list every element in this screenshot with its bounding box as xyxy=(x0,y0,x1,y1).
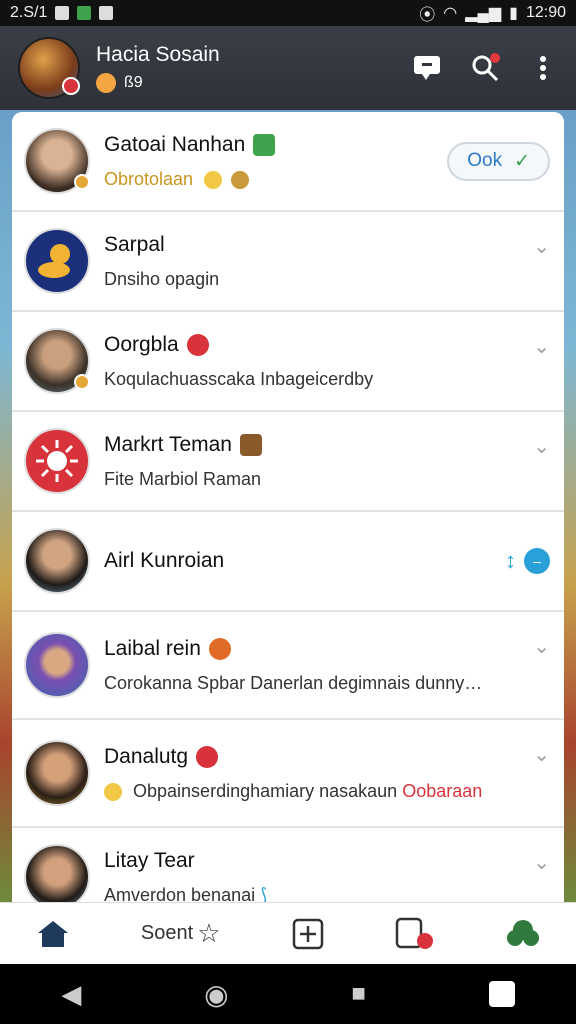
app-notification-icon xyxy=(77,6,92,20)
notification-icon xyxy=(55,6,70,20)
ok-button[interactable]: Ook ✓ xyxy=(447,141,550,181)
vibrate-icon: ⦿ xyxy=(419,7,436,24)
nav-add[interactable] xyxy=(292,918,324,950)
contact-avatar xyxy=(24,632,90,698)
contact-avatar xyxy=(24,228,90,294)
contact-name: Laibal rein xyxy=(104,636,201,660)
device-icon xyxy=(395,917,434,949)
contact-avatar xyxy=(24,844,90,902)
contact-name: Airl Kunroian xyxy=(104,549,225,572)
search-button[interactable] xyxy=(470,53,500,83)
chevron-down-icon[interactable]: ⌄ xyxy=(533,850,550,875)
name-emoji-icon xyxy=(253,133,276,156)
ok-button-label: Ook xyxy=(467,150,503,171)
status-time: 12:90 xyxy=(525,4,566,21)
sun-logo-icon xyxy=(36,440,78,482)
nav-communities[interactable] xyxy=(506,918,540,950)
verified-badge-icon xyxy=(74,174,90,190)
app-header: Hacia Sosain ß9 xyxy=(0,26,576,110)
chat-row-0[interactable]: Gatoai Nanhan Obrotolaan Ook ✓ xyxy=(12,112,564,212)
emoji-icon xyxy=(208,637,231,660)
chevron-down-icon[interactable]: ⌄ xyxy=(533,334,550,359)
basket-emoji-icon xyxy=(239,433,262,456)
new-chat-button[interactable] xyxy=(412,53,442,83)
nav-home[interactable] xyxy=(36,919,70,949)
contact-avatar xyxy=(24,528,90,594)
last-message: Corokanna Spbar Danerlan degimnais dunny… xyxy=(104,672,483,693)
smile-emoji-icon xyxy=(204,170,223,189)
nav-calls[interactable] xyxy=(395,917,435,951)
chat-row-4[interactable]: Airl Kunroian ↕ – xyxy=(12,512,564,612)
contact-avatar xyxy=(24,740,90,806)
community-icon xyxy=(507,919,540,946)
last-message: Obrotolaan xyxy=(104,168,194,189)
emoji-icon xyxy=(196,745,219,768)
last-message: Dnsiho opagin xyxy=(104,268,220,289)
status-emoji-icon xyxy=(96,73,116,93)
chevron-down-icon[interactable]: ⌄ xyxy=(533,434,550,459)
check-icon: ✓ xyxy=(514,150,530,172)
verified-badge-icon xyxy=(74,374,90,390)
lion-icon xyxy=(38,244,70,278)
status-left-text: 2.S/1 xyxy=(10,4,48,21)
contact-name: Sarpal xyxy=(104,232,165,256)
header-subtitle: ß9 xyxy=(124,74,143,91)
last-message: Amverdon benanai xyxy=(104,884,256,903)
chat-row-6[interactable]: Danalutg Obpainserdinghamiary nasakaun O… xyxy=(12,720,564,828)
star-icon: ☆ xyxy=(197,918,221,948)
chat-list: Gatoai Nanhan Obrotolaan Ook ✓ Sarpal Dn… xyxy=(12,112,564,902)
wifi-icon: ◠ xyxy=(443,5,458,22)
signal-icon: ▂▄▆ xyxy=(465,5,502,22)
contact-avatar xyxy=(24,328,90,394)
typing-indicator[interactable]: ↕ – xyxy=(505,548,550,574)
chat-row-7[interactable]: Litay Tear Amverdon benanai ⟆ ⌄ xyxy=(12,828,564,902)
last-message: Obpainserdinghamiary nasakaun xyxy=(133,780,398,801)
last-message: Koqulachuasscaka Inbageicerdby xyxy=(104,368,374,389)
add-box-icon xyxy=(292,918,324,949)
profile-badge xyxy=(62,77,80,95)
chevron-down-icon[interactable]: ⌄ xyxy=(533,742,550,767)
contact-name: Gatoai Nanhan xyxy=(104,132,246,156)
chevron-down-icon[interactable]: ⌄ xyxy=(533,234,550,259)
status-bar: 2.S/1 ⦿ ◠ ▂▄▆ ▮ 12:90 xyxy=(0,0,576,26)
contact-name: Litay Tear xyxy=(104,848,195,872)
battery-icon: ▮ xyxy=(509,5,518,22)
contact-avatar xyxy=(24,128,90,194)
back-icon[interactable]: ◀ xyxy=(61,979,81,1010)
profile-avatar[interactable] xyxy=(18,37,80,99)
contact-name: Markrt Teman xyxy=(104,432,232,456)
unread-badge-icon: – xyxy=(524,548,550,574)
contact-avatar xyxy=(24,428,90,494)
angry-emoji-icon xyxy=(186,333,209,356)
chat-row-1[interactable]: Sarpal Dnsiho opagin ⌄ xyxy=(12,212,564,312)
more-options-button[interactable] xyxy=(528,53,558,83)
arrow-indicator-icon: ↕ xyxy=(505,548,516,573)
chevron-down-icon[interactable]: ⌄ xyxy=(533,634,550,659)
chat-row-3[interactable]: Markrt Teman Fite Marbiol Raman ⌄ xyxy=(12,412,564,512)
last-message: Fite Marbiol Raman xyxy=(104,468,262,489)
more-vertical-icon xyxy=(540,56,546,80)
nav-favorites[interactable]: Soent ☆ xyxy=(141,918,221,949)
chat-row-2[interactable]: Oorgbla Koqulachuasscaka Inbageicerdby ⌄ xyxy=(12,312,564,412)
chat-row-5[interactable]: Laibal rein Corokanna Spbar Danerlan deg… xyxy=(12,612,564,720)
system-nav-bar: ◀ ◉ ■ xyxy=(0,964,576,1024)
bottom-nav: Soent ☆ xyxy=(0,902,576,964)
chat-bubble-icon xyxy=(414,56,440,80)
contact-name: Danalutg xyxy=(104,744,189,768)
contact-name: Oorgbla xyxy=(104,332,179,356)
recents-icon[interactable]: ■ xyxy=(351,980,366,1008)
image-notification-icon xyxy=(99,6,114,20)
nav-favorites-label: Soent xyxy=(140,922,194,944)
search-alert-dot xyxy=(490,53,500,63)
header-title: Hacia Sosain xyxy=(96,43,220,66)
cookie-emoji-icon xyxy=(104,782,122,801)
last-message-highlight: Oobaraan xyxy=(402,780,483,801)
cookie-emoji-icon xyxy=(231,170,250,189)
app-icon[interactable] xyxy=(488,981,515,1007)
home-circle-icon[interactable]: ◉ xyxy=(204,978,228,1011)
home-icon xyxy=(37,920,68,947)
link-icon: ⟆ xyxy=(260,884,268,903)
